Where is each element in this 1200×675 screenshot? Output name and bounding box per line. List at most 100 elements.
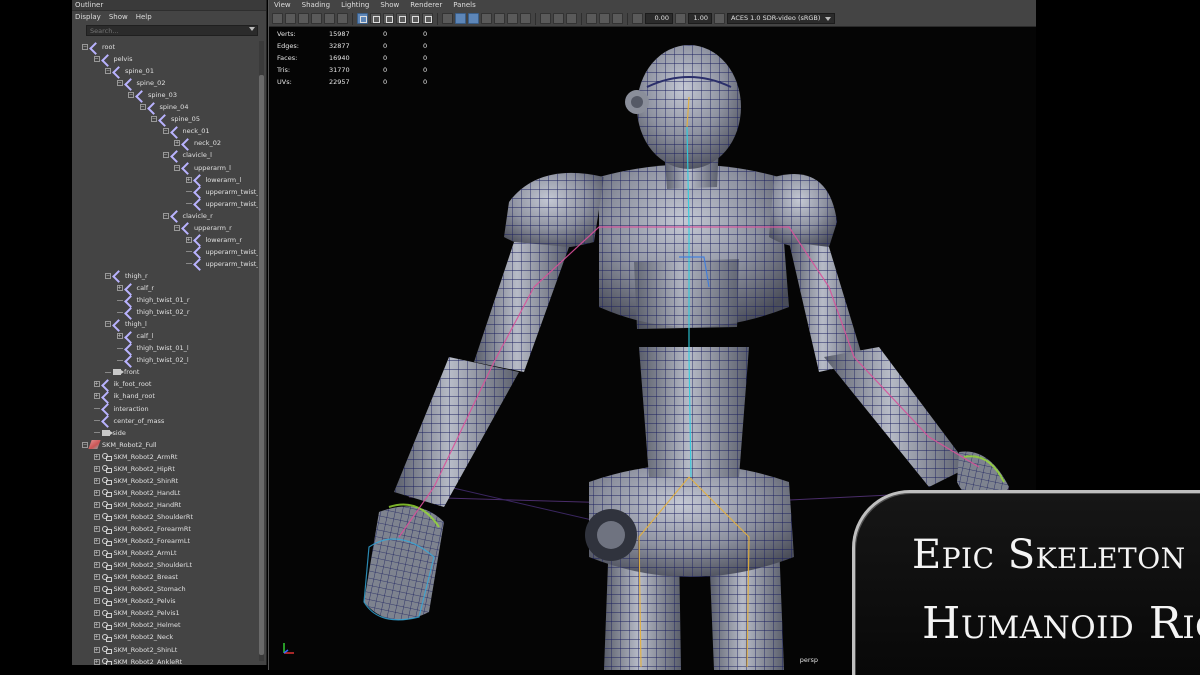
camera-attributes-icon[interactable] [285,13,296,24]
outliner-row[interactable]: − root [82,41,115,53]
expand-icon[interactable]: + [93,562,100,569]
shadows-icon[interactable] [507,13,518,24]
outliner-row[interactable]: + SKM_Robot2_ArmRt [93,451,177,463]
xray-joints-icon[interactable] [553,13,564,24]
outliner-row[interactable]: + ik_foot_root [93,378,151,390]
collapse-icon[interactable]: − [105,272,111,279]
isolate-select-icon[interactable] [566,13,577,24]
outliner-row[interactable]: thigh_twist_01_l [116,342,189,354]
outliner-row[interactable]: side [93,427,126,439]
film-gate-icon[interactable] [370,13,381,24]
textured-icon[interactable] [481,13,492,24]
viewport-menu-lighting[interactable]: Lighting [341,0,369,11]
expand-icon[interactable]: + [93,513,100,520]
collapse-icon[interactable]: − [105,68,111,75]
outliner-row[interactable]: − upperarm_r [174,222,232,234]
color-space-dropdown[interactable]: ACES 1.0 SDR-video (sRGB) [727,13,835,24]
outliner-row[interactable]: + calf_l [116,330,153,342]
collapse-icon[interactable]: − [105,321,111,328]
ambient-occlusion-icon[interactable] [520,13,531,24]
collapse-icon[interactable]: − [174,224,180,231]
expand-icon[interactable]: + [93,550,100,557]
outliner-search-input[interactable] [86,25,258,36]
expand-icon[interactable]: + [93,646,100,653]
outliner-row[interactable]: − thigh_l [105,318,147,330]
outliner-row[interactable]: upperarm_twist_02_l [185,198,258,210]
outliner-row[interactable]: center_of_mass [93,415,164,427]
search-dropdown-icon[interactable] [249,27,255,31]
smooth-shade-icon[interactable] [455,13,466,24]
field-chart-icon[interactable] [409,13,420,24]
expand-icon[interactable]: + [93,465,100,472]
collapse-icon[interactable]: − [151,116,157,123]
expand-icon[interactable]: + [93,586,100,593]
outliner-row[interactable]: + SKM_Robot2_Neck [93,631,173,643]
outliner-row[interactable]: + SKM_Robot2_HandLt [93,487,180,499]
outliner-row[interactable]: − SKM_Robot2_Full [82,439,157,451]
expand-icon[interactable]: + [93,574,100,581]
image-plane-icon[interactable] [311,13,322,24]
outliner-row[interactable]: + SKM_Robot2_ArmLt [93,547,177,559]
outliner-row[interactable]: thigh_twist_02_l [116,354,189,366]
collapse-icon[interactable]: − [174,164,180,171]
gamma-icon[interactable] [675,13,686,24]
outliner-row[interactable]: + SKM_Robot2_ShoulderLt [93,559,192,571]
outliner-row[interactable]: − neck_01 [162,125,209,137]
outliner-row[interactable]: + neck_02 [174,137,221,149]
expand-icon[interactable]: + [185,236,192,243]
outliner-row[interactable]: thigh_twist_02_r [116,306,190,318]
collapse-icon[interactable]: − [162,152,169,159]
outliner-row[interactable]: upperarm_twist_01_l [185,186,258,198]
outliner-row[interactable]: − clavicle_l [162,149,212,161]
anti-aliasing-icon[interactable] [599,13,610,24]
viewport-menu-panels[interactable]: Panels [453,0,476,11]
wireframe-icon[interactable] [442,13,453,24]
collapse-icon[interactable]: − [139,104,146,111]
outliner-row[interactable]: − pelvis [93,53,132,65]
depth-of-field-icon[interactable] [612,13,623,24]
outliner-row[interactable]: − spine_01 [105,65,154,77]
outliner-row[interactable]: + ik_hand_root [93,390,155,402]
outliner-row[interactable]: + SKM_Robot2_Stomach [93,583,186,595]
expand-icon[interactable]: + [93,501,100,508]
exposure-field[interactable]: 0.00 [645,13,673,24]
outliner-row[interactable]: upperarm_twist_02_r [185,258,258,270]
grease-pencil-icon[interactable] [337,13,348,24]
outliner-menu-help[interactable]: Help [136,11,152,23]
collapse-icon[interactable]: − [162,128,169,135]
expand-icon[interactable]: + [116,333,123,340]
outliner-row[interactable]: + SKM_Robot2_ForearmRt [93,523,191,535]
outliner-row[interactable]: + lowerarm_r [185,234,242,246]
gamma-field[interactable]: 1.00 [688,13,712,24]
outliner-row[interactable]: − spine_05 [151,113,200,125]
outliner-row[interactable]: − thigh_r [105,270,148,282]
expand-icon[interactable]: + [93,393,100,400]
resolution-gate-icon[interactable] [383,13,394,24]
bookmark-icon[interactable] [298,13,309,24]
expand-icon[interactable]: + [93,477,100,484]
expand-icon[interactable]: + [93,610,100,617]
lights-icon[interactable] [494,13,505,24]
outliner-row[interactable]: thigh_twist_01_r [116,294,190,306]
outliner-row[interactable]: + SKM_Robot2_Pelvis [93,595,176,607]
collapse-icon[interactable]: − [82,441,88,448]
outliner-row[interactable]: front [105,366,139,378]
outliner-row[interactable]: + SKM_Robot2_ShoulderRt [93,511,193,523]
collapse-icon[interactable]: − [128,92,134,99]
outliner-row[interactable]: + SKM_Robot2_ShinRt [93,475,178,487]
outliner-row[interactable]: − upperarm_l [174,162,231,174]
collapse-icon[interactable]: − [162,212,169,219]
outliner-row[interactable]: + SKM_Robot2_Helmet [93,619,181,631]
outliner-menu-show[interactable]: Show [109,11,128,23]
outliner-row[interactable]: + SKM_Robot2_HandRt [93,499,181,511]
expand-icon[interactable]: + [93,622,100,629]
outliner-row[interactable]: + SKM_Robot2_Pelvis1 [93,607,180,619]
expand-icon[interactable]: + [93,489,100,496]
collapse-icon[interactable]: − [116,80,123,87]
expand-icon[interactable]: + [93,526,100,532]
color-management-icon[interactable] [714,13,725,24]
outliner-row[interactable]: + SKM_Robot2_AnkleRt [93,656,182,665]
viewport-menu-show[interactable]: Show [380,0,399,11]
viewport-menu-renderer[interactable]: Renderer [410,0,442,11]
xray-icon[interactable] [540,13,551,24]
